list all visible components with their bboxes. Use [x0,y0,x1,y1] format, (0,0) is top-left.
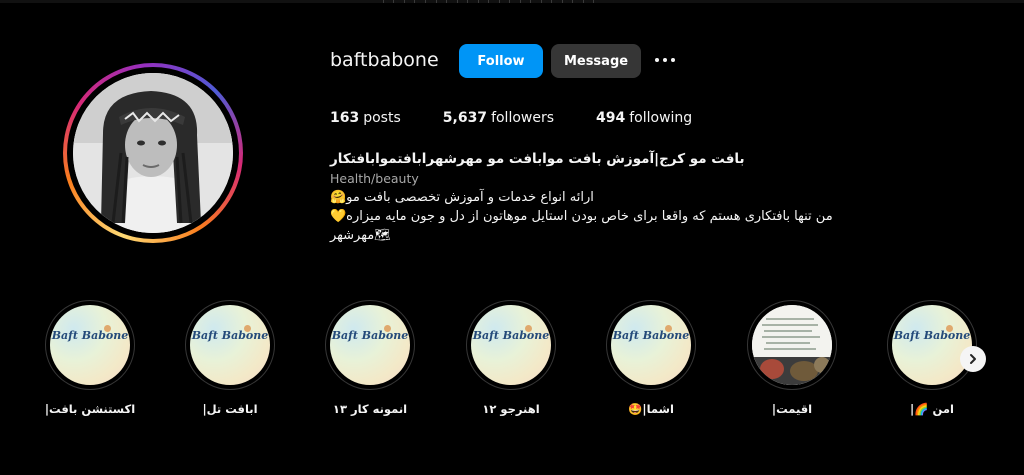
highlight-cover: Baft Babone [892,305,972,385]
highlight-cover: Baft Babone [190,305,270,385]
top-edge [0,0,1024,3]
message-button[interactable]: Message [551,44,641,78]
highlight-item[interactable]: Baft Babone انمونه کار ۱۳ [310,300,430,416]
followers-count: 5,637 [442,110,488,126]
avatar-photo [73,73,233,233]
posts-count: 163 [330,110,360,126]
highlight-cover [752,305,832,385]
highlight-cover-text: Baft Babone [612,329,690,342]
bio-line-1: ارائه انواع خدمات و آموزش تخصصی بافت مو🤗 [330,190,594,205]
bio-title: بافت مو کرج|آموزش بافت موابافت مو مهرشهر… [330,151,745,167]
highlight-cover-text: Baft Babone [191,329,269,342]
highlight-cover-text: Baft Babone [331,329,409,342]
profile-username: baftbabone [330,49,439,71]
highlight-cover: Baft Babone [611,305,691,385]
highlight-cover: Baft Babone [471,305,551,385]
highlight-label: اشما|🤩 [628,402,674,416]
highlight-label: اقیمت| [771,402,813,416]
highlight-item[interactable]: اقیمت| [732,300,852,416]
posts-stat: 163 posts [330,110,401,126]
profile-avatar[interactable] [63,63,243,243]
bio-category: Health/beauty [330,171,419,186]
highlight-cover-text: Baft Babone [51,329,129,342]
followers-stat[interactable]: 5,637 followers [443,110,554,126]
followers-label: followers [491,110,555,126]
highlight-label: ابافت تل| [202,402,258,416]
highlight-cover-text: Baft Babone [472,329,550,342]
following-label: following [629,110,693,126]
posts-label: posts [363,110,401,126]
highlight-label: امن 🌈| [910,402,954,416]
highlight-item[interactable]: Baft Babone ابافت تل| [170,300,290,416]
chevron-right-icon[interactable] [960,346,986,372]
highlight-cover-text: Baft Babone [893,329,971,342]
highlight-item[interactable]: Baft Babone اشما|🤩 [591,300,711,416]
profile-bio: بافت مو کرج|آموزش بافت موابافت مو مهرشهر… [330,150,930,245]
bio-line-2: من تنها بافتکاری هستم که واقعا برای خاص … [330,209,833,224]
highlight-item[interactable]: Baft Babone اهنرجو ۱۲ [451,300,571,416]
profile-stats: 163 posts 5,637 followers 494 following [330,110,734,126]
highlight-label: اهنرجو ۱۲ [482,402,540,416]
more-options-icon[interactable] [655,58,675,62]
highlight-item[interactable]: Baft Babone اکستنشن بافت| [30,300,150,416]
highlight-cover: Baft Babone [50,305,130,385]
highlight-cover: Baft Babone [330,305,410,385]
follow-button[interactable]: Follow [459,44,543,78]
bio-line-3: 🗺مهرشهر [330,228,391,243]
following-stat[interactable]: 494 following [596,110,692,126]
following-count: 494 [596,110,626,126]
story-highlights: Baft Babone اکستنشن بافت| Baft Babone اب… [0,300,1024,430]
highlight-label: اکستنشن بافت| [44,402,136,416]
highlight-label: انمونه کار ۱۳ [332,402,408,416]
